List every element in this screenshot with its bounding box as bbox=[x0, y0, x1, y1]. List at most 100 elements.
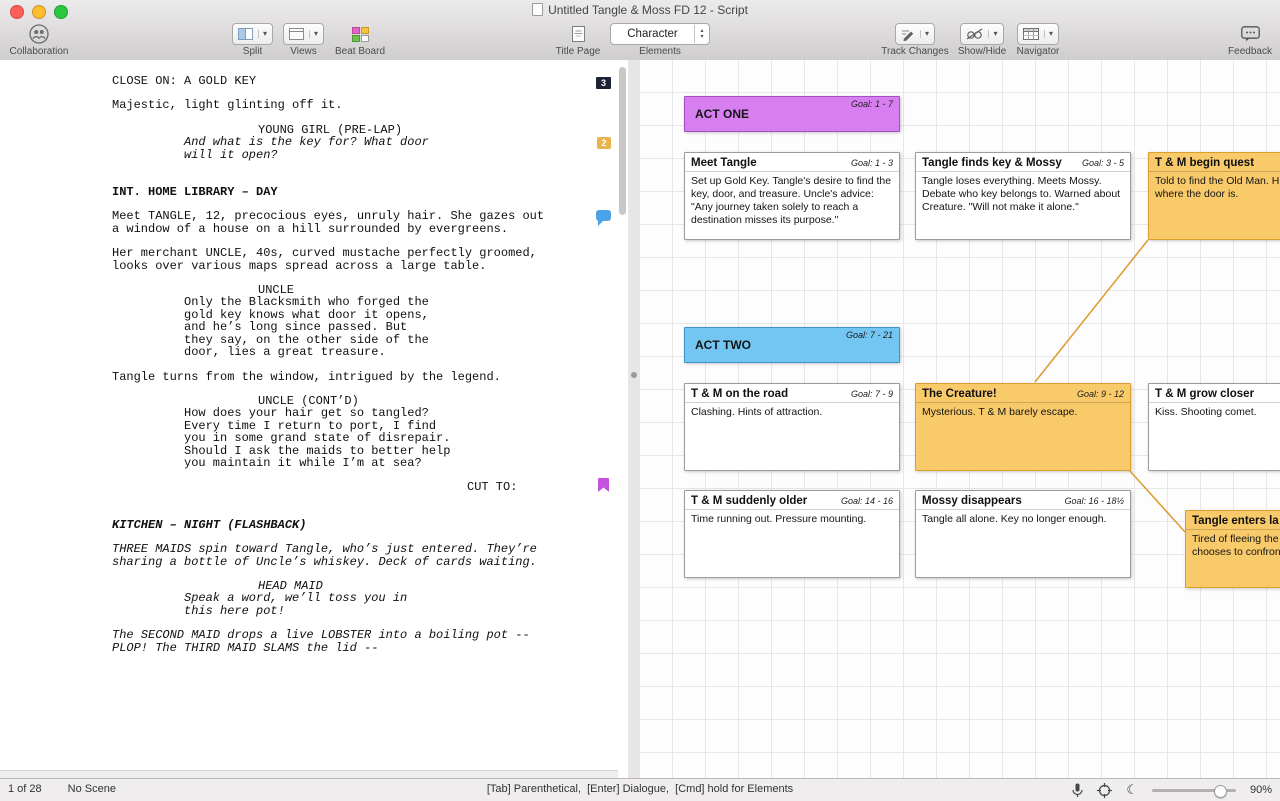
script-dialogue[interactable]: Speak a word, we’ll toss you in this her… bbox=[184, 592, 484, 617]
script-dialogue[interactable]: How does your hair get so tangled? Every… bbox=[184, 407, 484, 469]
split-button[interactable]: ▾ Split bbox=[232, 23, 273, 57]
script-action[interactable]: The SECOND MAID drops a live LOBSTER int… bbox=[112, 629, 560, 654]
script-note-bubble-icon[interactable] bbox=[596, 210, 611, 221]
beat-card-title: T & M begin quest bbox=[1155, 157, 1254, 169]
beat-board-button[interactable]: Beat Board bbox=[330, 23, 390, 57]
focus-target-icon[interactable] bbox=[1097, 783, 1112, 798]
views-label: Views bbox=[290, 46, 317, 57]
show-hide-eye-icon bbox=[966, 28, 983, 40]
script-editor-pane[interactable]: CLOSE ON: A GOLD KEY Majestic, light gli… bbox=[0, 60, 629, 778]
script-transition[interactable]: CUT TO: bbox=[467, 481, 582, 493]
beat-card[interactable]: Meet Tangle Goal: 1 - 3 Set up Gold Key.… bbox=[684, 152, 900, 240]
beat-card[interactable]: Tangle finds key & Mossy Goal: 3 - 5 Tan… bbox=[915, 152, 1131, 240]
collaboration-icon bbox=[27, 23, 51, 45]
pane-divider-handle[interactable] bbox=[631, 372, 637, 378]
beat-board-label: Beat Board bbox=[335, 46, 385, 57]
show-hide-button[interactable]: ▾ Show/Hide bbox=[954, 23, 1010, 57]
beat-card-body: Kiss. Shooting comet. bbox=[1149, 403, 1280, 423]
script-scene-heading[interactable]: KITCHEN – NIGHT (FLASHBACK) bbox=[112, 519, 582, 531]
beat-board-icon bbox=[352, 23, 369, 45]
beat-card-body: Time running out. Pressure mounting. bbox=[685, 510, 899, 530]
beat-board-pane[interactable]: ACT ONE Goal: 1 - 7 Meet Tangle Goal: 1 … bbox=[640, 60, 1280, 778]
script-scrollbar[interactable] bbox=[618, 62, 627, 768]
chevron-down-icon: ▾ bbox=[988, 30, 997, 38]
navigator-label: Navigator bbox=[1017, 46, 1060, 57]
track-changes-button[interactable]: ▾ Track Changes bbox=[884, 23, 946, 57]
script-action[interactable]: Her merchant UNCLE, 40s, curved mustache… bbox=[112, 247, 560, 272]
beat-card[interactable]: T & M begin quest Told to find the Old M… bbox=[1148, 152, 1280, 240]
feedback-label: Feedback bbox=[1228, 46, 1272, 57]
act-goal: Goal: 1 - 7 bbox=[851, 99, 893, 109]
beat-card-title: T & M grow closer bbox=[1155, 388, 1254, 400]
bookmark-icon[interactable] bbox=[598, 478, 609, 492]
beat-card[interactable]: Tangle enters la Tired of fleeing the ch… bbox=[1185, 510, 1280, 588]
feedback-icon bbox=[1241, 23, 1260, 45]
navigator-icon bbox=[1023, 28, 1039, 40]
beat-card-goal: Goal: 3 - 5 bbox=[1076, 158, 1124, 168]
status-bar: 1 of 28 No Scene [Tab] Parenthetical, [E… bbox=[0, 778, 1280, 801]
title-page-button[interactable]: Title Page bbox=[551, 23, 605, 57]
script-action[interactable]: Majestic, light glinting off it. bbox=[112, 99, 560, 111]
toolbar: Collaboration ▾ Split bbox=[0, 22, 1280, 61]
navigator-button[interactable]: ▾ Navigator bbox=[1012, 23, 1064, 57]
chevron-down-icon: ▾ bbox=[1044, 30, 1053, 38]
track-changes-icon bbox=[901, 28, 915, 41]
beat-card-title: Mossy disappears bbox=[922, 495, 1022, 507]
act-card[interactable]: ACT ONE Goal: 1 - 7 bbox=[684, 96, 900, 132]
chevron-down-icon: ▾ bbox=[920, 30, 929, 38]
script-dialogue[interactable]: And what is the key for? What door will … bbox=[184, 136, 484, 161]
zoom-level: 90% bbox=[1250, 784, 1272, 796]
dictation-microphone-icon[interactable] bbox=[1072, 783, 1083, 798]
script-content: CLOSE ON: A GOLD KEY Majestic, light gli… bbox=[112, 75, 582, 654]
window-title: Untitled Tangle & Moss FD 12 - Script bbox=[0, 3, 1280, 17]
views-button[interactable]: ▾ Views bbox=[283, 23, 324, 57]
act-goal: Goal: 7 - 21 bbox=[846, 330, 893, 340]
script-action[interactable]: THREE MAIDS spin toward Tangle, who’s ju… bbox=[112, 543, 560, 568]
script-action[interactable]: Tangle turns from the window, intrigued … bbox=[112, 371, 560, 383]
beat-card-title: Tangle finds key & Mossy bbox=[922, 157, 1062, 169]
beat-card-title: T & M suddenly older bbox=[691, 495, 807, 507]
script-note-badge[interactable]: 2 bbox=[597, 137, 611, 149]
act-title: ACT TWO bbox=[695, 328, 751, 362]
beat-card-title: Meet Tangle bbox=[691, 157, 757, 169]
chevron-down-icon: ▾ bbox=[309, 30, 318, 38]
beat-card-body: Clashing. Hints of attraction. bbox=[685, 403, 899, 423]
beat-card-body: Tangle loses everything. Meets Mossy. De… bbox=[916, 172, 1130, 218]
night-mode-moon-icon[interactable]: ☾ bbox=[1126, 782, 1138, 798]
elements-dropdown[interactable]: Character ▴▾ bbox=[610, 23, 710, 45]
elements-control: Character ▴▾ Elements bbox=[611, 23, 709, 57]
chevron-down-icon: ▾ bbox=[258, 30, 267, 38]
elements-stepper[interactable]: ▴▾ bbox=[694, 25, 709, 43]
elements-current-value: Character bbox=[611, 28, 694, 40]
beat-card-goal: Goal: 1 - 3 bbox=[845, 158, 893, 168]
beat-card[interactable]: The Creature! Goal: 9 - 12 Mysterious. T… bbox=[915, 383, 1131, 471]
script-dialogue[interactable]: Only the Blacksmith who forged the gold … bbox=[184, 296, 484, 358]
act-card[interactable]: ACT TWO Goal: 7 - 21 bbox=[684, 327, 900, 363]
script-scrollbar-thumb[interactable] bbox=[619, 67, 626, 215]
script-shot[interactable]: CLOSE ON: A GOLD KEY bbox=[112, 75, 582, 87]
beat-card[interactable]: T & M on the road Goal: 7 - 9 Clashing. … bbox=[684, 383, 900, 471]
beat-card-title: Tangle enters la bbox=[1192, 515, 1279, 527]
title-bar: Untitled Tangle & Moss FD 12 - Script bbox=[0, 0, 1280, 22]
beat-card-body: Mysterious. T & M barely escape. bbox=[916, 403, 1130, 423]
split-label: Split bbox=[243, 46, 262, 57]
collaboration-button[interactable]: Collaboration bbox=[8, 23, 70, 57]
stepper-down-icon: ▾ bbox=[700, 34, 703, 40]
page-break bbox=[0, 770, 618, 778]
script-action[interactable]: Meet TANGLE, 12, precocious eyes, unruly… bbox=[112, 210, 560, 235]
zoom-slider-thumb[interactable] bbox=[1214, 785, 1227, 798]
app-window: Untitled Tangle & Moss FD 12 - Script Co… bbox=[0, 0, 1280, 800]
beat-card[interactable]: Mossy disappears Goal: 16 - 18½ Tangle a… bbox=[915, 490, 1131, 578]
title-page-icon bbox=[572, 23, 585, 45]
beat-card-goal: Goal: 14 - 16 bbox=[835, 496, 893, 506]
beat-card[interactable]: T & M suddenly older Goal: 14 - 16 Time … bbox=[684, 490, 900, 578]
beat-card-title: T & M on the road bbox=[691, 388, 788, 400]
collaboration-label: Collaboration bbox=[10, 46, 69, 57]
script-scene-heading[interactable]: INT. HOME LIBRARY – DAY bbox=[112, 186, 582, 198]
zoom-slider[interactable] bbox=[1152, 789, 1236, 792]
beat-card-goal: Goal: 16 - 18½ bbox=[1058, 496, 1124, 506]
beat-card[interactable]: T & M grow closer Kiss. Shooting comet. bbox=[1148, 383, 1280, 471]
act-title: ACT ONE bbox=[695, 97, 749, 131]
feedback-button[interactable]: Feedback bbox=[1226, 23, 1274, 57]
scene-number-badge[interactable]: 3 bbox=[596, 77, 611, 89]
